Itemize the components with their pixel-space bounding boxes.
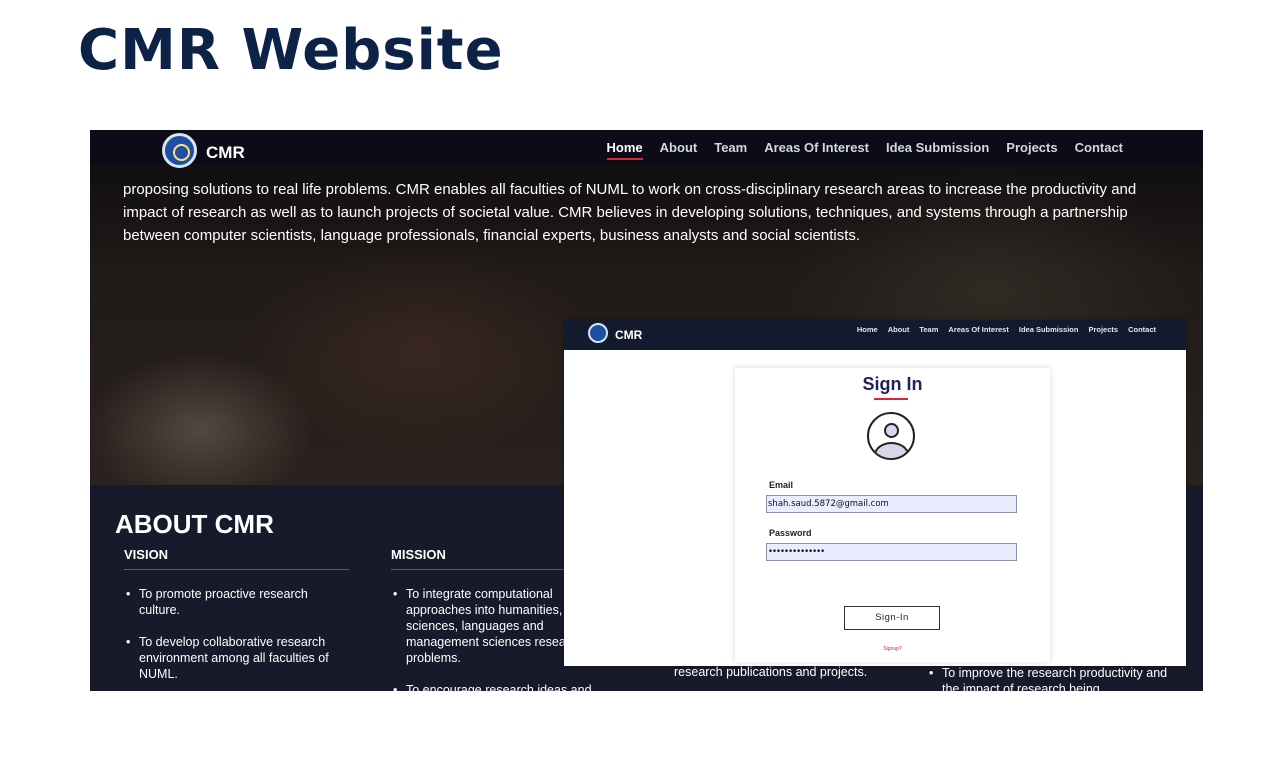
nav-idea-submission[interactable]: Idea Submission: [886, 140, 989, 160]
nav-contact[interactable]: Contact: [1128, 325, 1156, 334]
slide-title: CMR Website: [78, 18, 504, 83]
nav-team[interactable]: Team: [919, 325, 938, 334]
vision-item: To promote proactive research culture.: [124, 586, 349, 618]
brand-name[interactable]: CMR: [206, 143, 245, 163]
top-navbar: CMR Home About Team Areas Of Interest Id…: [90, 130, 1203, 168]
signin-card: Sign In Email shah.saud.5872@gmail.com P…: [735, 368, 1050, 662]
user-avatar-icon: [867, 412, 915, 460]
email-field[interactable]: shah.saud.5872@gmail.com: [766, 495, 1017, 513]
vision-column: VISION To promote proactive research cul…: [124, 547, 349, 691]
signin-title: Sign In: [862, 374, 923, 394]
nav-home[interactable]: Home: [606, 140, 643, 160]
vision-heading: VISION: [124, 547, 349, 570]
nav-idea-submission[interactable]: Idea Submission: [1019, 325, 1079, 334]
signin-screenshot: CMR Home About Team Areas Of Interest Id…: [564, 320, 1186, 666]
signin-navbar: CMR Home About Team Areas Of Interest Id…: [564, 320, 1186, 350]
goals-text: To improve the research productivity and…: [927, 665, 1187, 691]
numl-logo-icon[interactable]: [588, 323, 608, 343]
nav-areas-of-interest[interactable]: Areas Of Interest: [948, 325, 1008, 334]
nav-about[interactable]: About: [888, 325, 910, 334]
numl-logo-icon[interactable]: [162, 133, 197, 168]
email-label: Email: [769, 480, 794, 490]
nav-areas-of-interest[interactable]: Areas Of Interest: [764, 140, 869, 160]
vision-item: To develop collaborative research enviro…: [124, 634, 349, 682]
brand-name[interactable]: CMR: [615, 328, 642, 342]
password-label: Password: [769, 528, 812, 538]
hero-description: proposing solutions to real life problem…: [123, 181, 1137, 244]
nav-links: Home About Team Areas Of Interest Idea S…: [857, 325, 1156, 334]
nav-contact[interactable]: Contact: [1075, 140, 1123, 160]
nav-about[interactable]: About: [660, 140, 698, 160]
nav-projects[interactable]: Projects: [1006, 140, 1057, 160]
signup-link[interactable]: Signup?: [735, 646, 1050, 652]
about-title: ABOUT CMR: [115, 509, 274, 539]
title-underline: [874, 398, 908, 400]
nav-projects[interactable]: Projects: [1088, 325, 1118, 334]
password-field[interactable]: ••••••••••••••: [766, 543, 1017, 561]
nav-links: Home About Team Areas Of Interest Idea S…: [606, 140, 1123, 160]
signin-button[interactable]: Sign-In: [844, 606, 940, 630]
nav-team[interactable]: Team: [714, 140, 747, 160]
objectives-text: research publications and projects.: [674, 665, 868, 679]
nav-home[interactable]: Home: [857, 325, 878, 334]
mission-item: To encourage research ideas and projects…: [391, 682, 616, 691]
